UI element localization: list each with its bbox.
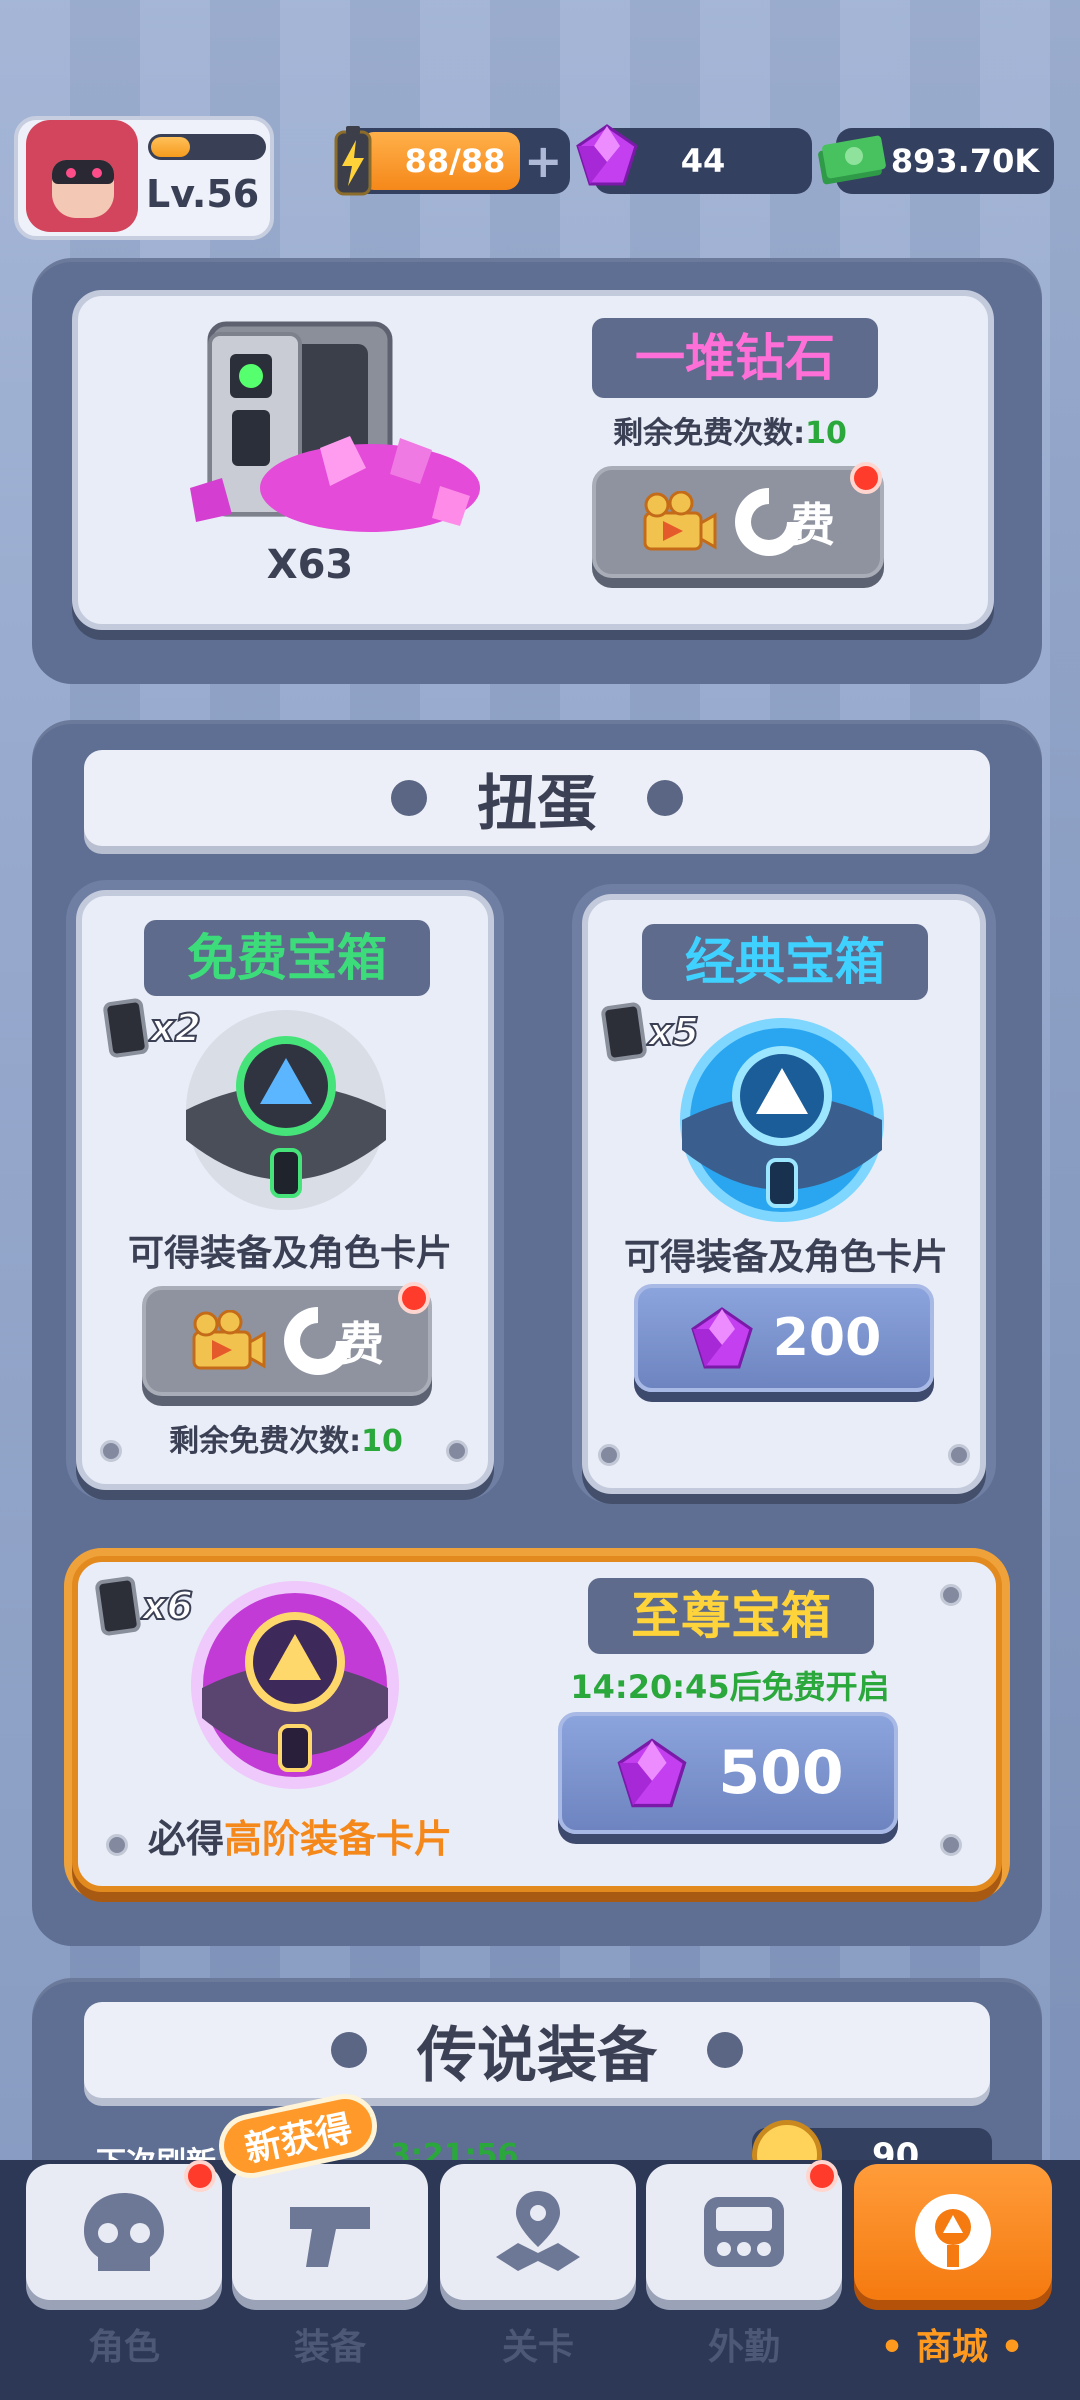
cash-counter[interactable]: 893.70K [818, 128, 1054, 194]
purple-capsule-orb-icon [191, 1581, 399, 1789]
screw [100, 1440, 122, 1462]
shop-emblem-icon [915, 2194, 991, 2270]
gem-icon [690, 1307, 753, 1369]
level-progress-bar [148, 134, 266, 160]
notification-dot [850, 462, 882, 494]
energy-counter[interactable]: 88/88 + [334, 126, 570, 196]
gacha-header: 扭蛋 [84, 750, 990, 846]
gun-icon [290, 2207, 370, 2267]
supreme-box-price: 500 [718, 1738, 844, 1808]
tab-equipment-label: 装备 [293, 2327, 366, 2368]
screw [446, 1440, 468, 1462]
energy-value: 88/88 [404, 142, 506, 180]
player-profile[interactable]: Lv.56 [14, 116, 274, 240]
tab-character-label: 角色 [87, 2327, 160, 2368]
card-icon [102, 997, 150, 1059]
gem-icon [617, 1738, 687, 1808]
header-dot-left [331, 2032, 367, 2068]
notification-dot [184, 2160, 216, 2192]
supreme-box-title: 至尊宝箱 [588, 1578, 874, 1654]
legend-header: 传说装备 [84, 2002, 990, 2098]
header-dot-right [707, 2032, 743, 2068]
energy-pill: 88/88 [360, 132, 520, 190]
classic-box-title: 经典宝箱 [642, 924, 928, 1000]
tab-stage[interactable] [440, 2164, 636, 2300]
diamond-amount: X63 [266, 542, 354, 588]
gem-counter[interactable]: 44 [576, 124, 812, 194]
watch-ad-label: 费 [789, 498, 835, 552]
tab-field-label: 外勤 [707, 2327, 780, 2368]
player-level: Lv.56 [146, 172, 260, 216]
free-box-title: 免费宝箱 [144, 920, 430, 996]
vehicle-icon [704, 2197, 784, 2267]
video-camera-icon [192, 1310, 266, 1370]
header-dot-right [647, 780, 683, 816]
avatar[interactable] [26, 120, 138, 232]
buy-classic-box-button[interactable]: 200 [634, 1284, 934, 1392]
watch-ad-label: 费 [338, 1317, 384, 1371]
supreme-box-card-count: x6 [94, 1575, 194, 1637]
notification-dot [806, 2160, 838, 2192]
classic-box-price: 200 [772, 1308, 882, 1368]
battery-icon [334, 126, 372, 196]
screw [948, 1444, 970, 1466]
card-icon [600, 1001, 648, 1063]
screw [940, 1834, 962, 1856]
level-progress-fill [151, 137, 191, 157]
diamond-free-left: 剩余免费次数:10 [613, 416, 847, 451]
safe-with-diamonds-icon [190, 321, 480, 532]
screw [598, 1444, 620, 1466]
add-energy-button[interactable]: + [524, 138, 563, 184]
supreme-box-timer: 14:20:45后免费开启 [570, 1668, 890, 1706]
notification-dot [398, 1282, 430, 1314]
card-icon [94, 1575, 142, 1637]
screw [940, 1584, 962, 1606]
classic-box-desc: 可得装备及角色卡片 [623, 1237, 948, 1278]
buy-supreme-box-button[interactable]: 500 [558, 1712, 898, 1834]
video-camera-icon [643, 491, 717, 551]
tab-shop-label: • 商城 • [880, 2327, 1024, 2368]
cash-value: 893.70K [890, 142, 1040, 180]
tab-stage-label: 关卡 [501, 2327, 574, 2368]
skull-icon [84, 2193, 164, 2271]
watch-ad-free-diamonds-button[interactable]: 费 [592, 466, 884, 578]
free-box-desc: 可得装备及角色卡片 [127, 1233, 452, 1274]
gem-icon [576, 124, 638, 186]
green-capsule-orb-icon [186, 1010, 386, 1210]
gacha-title: 扭蛋 [477, 768, 597, 839]
screw [106, 1834, 128, 1856]
map-pin-icon [496, 2191, 580, 2271]
header-dot-left [391, 780, 427, 816]
legend-title: 传说装备 [417, 2020, 657, 2091]
free-box-free-left: 剩余免费次数:10 [169, 1424, 403, 1459]
blue-capsule-orb-icon [680, 1018, 884, 1222]
tab-equipment[interactable] [232, 2164, 428, 2300]
supreme-box-desc: 必得高阶装备卡片 [147, 1817, 453, 1861]
cash-icon [818, 135, 886, 185]
gem-value: 44 [680, 142, 726, 180]
watch-ad-free-box-button[interactable]: 费 [142, 1286, 432, 1396]
diamond-pile-title: 一堆钻石 [592, 318, 878, 398]
tab-shop[interactable] [854, 2164, 1052, 2300]
